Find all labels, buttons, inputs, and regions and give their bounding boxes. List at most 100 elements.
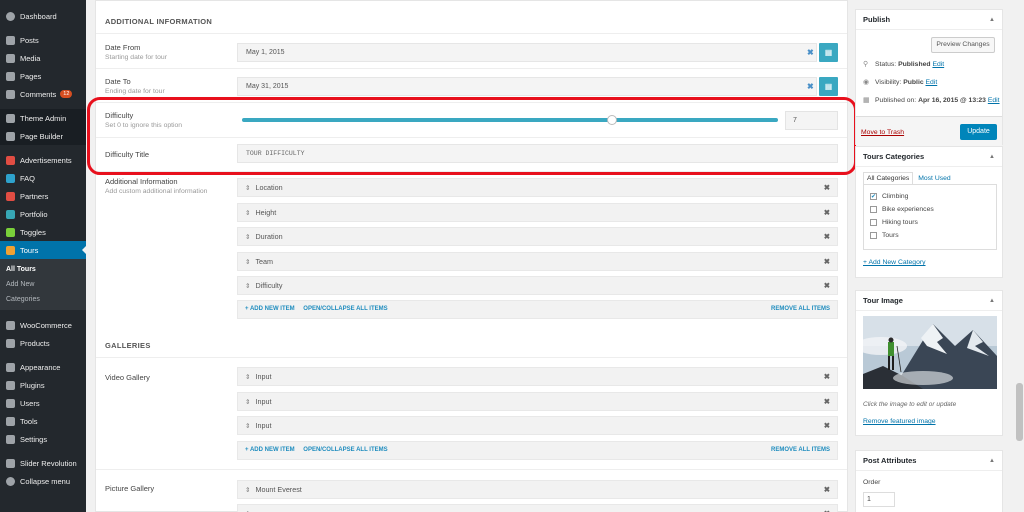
difficulty-slider-handle[interactable] (606, 115, 617, 125)
date-from-input[interactable]: May 1, 2015 (237, 43, 817, 62)
sort-icon[interactable]: ⇕ (245, 399, 250, 406)
delete-icon[interactable]: ✖ (824, 505, 830, 512)
order-input[interactable]: 1 (863, 492, 895, 507)
picture-gallery-label: Picture Gallery (105, 484, 155, 493)
difficulty-slider-track[interactable] (242, 118, 778, 122)
category-item-tours[interactable]: Tours (870, 229, 990, 242)
add-new-item-link[interactable]: + ADD NEW ITEM (245, 306, 295, 312)
sort-icon[interactable]: ⇕ (245, 487, 250, 494)
remove-featured-image-link[interactable]: Remove featured image (863, 418, 936, 425)
collapse-menu-button[interactable]: Collapse menu (0, 472, 86, 490)
sidebar-item-users[interactable]: Users (0, 394, 86, 412)
sidebar-item-theme-admin[interactable]: Theme Admin (0, 109, 86, 127)
mountain-climber-image (863, 316, 997, 389)
update-button[interactable]: Update (960, 124, 997, 140)
edit-status-link[interactable]: Edit (932, 61, 944, 68)
category-item-hiking-tours[interactable]: Hiking tours (870, 216, 990, 229)
visibility-row: ◉ Visibility: Public Edit (863, 78, 937, 86)
scrollbar-thumb[interactable] (1016, 383, 1023, 441)
delete-icon[interactable]: ✖ (824, 228, 830, 245)
difficulty-description: Set 0 to ignore this option (105, 122, 183, 129)
tours-submenu: All Tours Add New Categories (0, 259, 86, 310)
checkbox[interactable] (870, 219, 877, 226)
collapse-arrow-icon[interactable]: ▲ (989, 291, 995, 311)
list-item[interactable]: ⇕ Height ✖ (237, 203, 838, 222)
date-to-calendar-icon[interactable]: ▦ (819, 77, 838, 96)
remove-all-items-link[interactable]: REMOVE ALL ITEMS (771, 442, 830, 459)
date-to-input[interactable]: May 31, 2015 (237, 77, 817, 96)
checkbox[interactable] (870, 232, 877, 239)
sidebar-item-partners[interactable]: Partners (0, 187, 86, 205)
sidebar-item-posts[interactable]: Posts (0, 31, 86, 49)
collapse-arrow-icon[interactable]: ▲ (989, 451, 995, 471)
featured-image[interactable] (863, 316, 997, 389)
move-to-trash-link[interactable]: Move to Trash (861, 129, 904, 136)
add-new-item-link[interactable]: + ADD NEW ITEM (245, 447, 295, 453)
delete-icon[interactable]: ✖ (824, 368, 830, 385)
delete-icon[interactable]: ✖ (824, 179, 830, 196)
delete-icon[interactable]: ✖ (824, 277, 830, 294)
tab-most-used[interactable]: Most Used (915, 173, 953, 184)
delete-icon[interactable]: ✖ (824, 204, 830, 221)
submenu-add-new[interactable]: Add New (0, 277, 86, 292)
list-item[interactable]: ⇕ Mount Everest ✖ (237, 480, 838, 499)
list-item[interactable]: ⇕ Duration ✖ (237, 227, 838, 246)
sidebar-item-faq[interactable]: FAQ (0, 169, 86, 187)
list-item[interactable]: ⇕ Location ✖ (237, 178, 838, 197)
sidebar-item-page-builder[interactable]: Page Builder (0, 127, 86, 145)
sidebar-item-appearance[interactable]: Appearance (0, 358, 86, 376)
delete-icon[interactable]: ✖ (824, 481, 830, 498)
sidebar-item-portfolio[interactable]: Portfolio (0, 205, 86, 223)
add-new-category-link[interactable]: + Add New Category (863, 259, 926, 266)
sort-icon[interactable]: ⇕ (245, 234, 250, 241)
delete-icon[interactable]: ✖ (824, 393, 830, 410)
date-from-calendar-icon[interactable]: ▦ (819, 43, 838, 62)
open-collapse-all-link[interactable]: OPEN/COLLAPSE ALL ITEMS (303, 447, 387, 453)
page-scrollbar[interactable] (1015, 0, 1024, 512)
sidebar-item-media[interactable]: Media (0, 49, 86, 67)
sort-icon[interactable]: ⇕ (245, 283, 250, 290)
sort-icon[interactable]: ⇕ (245, 423, 250, 430)
sidebar-item-dashboard[interactable]: Dashboard (0, 7, 86, 25)
date-to-clear-icon[interactable]: ✖ (807, 82, 814, 91)
checkbox-checked[interactable]: ✔ (870, 193, 877, 200)
edit-date-link[interactable]: Edit (988, 97, 1000, 104)
sidebar-item-plugins[interactable]: Plugins (0, 376, 86, 394)
list-item[interactable]: ⇕ Team ✖ (237, 252, 838, 271)
sidebar-item-woocommerce[interactable]: WooCommerce (0, 316, 86, 334)
sidebar-item-settings[interactable]: Settings (0, 430, 86, 448)
sidebar-item-tools[interactable]: Tools (0, 412, 86, 430)
sidebar-item-advertisements[interactable]: Advertisements (0, 151, 86, 169)
difficulty-title-input[interactable]: TOUR DIFFICULTY (237, 144, 838, 163)
collapse-arrow-icon[interactable]: ▲ (989, 10, 995, 30)
sort-icon[interactable]: ⇕ (245, 374, 250, 381)
category-item-bike-experiences[interactable]: Bike experiences (870, 203, 990, 216)
list-item[interactable]: ⇕ Input ✖ (237, 392, 838, 411)
list-item[interactable]: ⇕ Input ✖ (237, 367, 838, 386)
list-item[interactable]: ⇕✖ (237, 504, 838, 512)
checkbox[interactable] (870, 206, 877, 213)
remove-all-items-link[interactable]: REMOVE ALL ITEMS (771, 301, 830, 318)
delete-icon[interactable]: ✖ (824, 253, 830, 270)
date-from-clear-icon[interactable]: ✖ (807, 48, 814, 57)
sidebar-item-comments[interactable]: Comments 12 (0, 85, 86, 103)
difficulty-value-input[interactable]: 7 (785, 111, 838, 130)
sort-icon[interactable]: ⇕ (245, 210, 250, 217)
sidebar-item-pages[interactable]: Pages (0, 67, 86, 85)
open-collapse-all-link[interactable]: OPEN/COLLAPSE ALL ITEMS (303, 306, 387, 312)
sidebar-item-toggles[interactable]: Toggles (0, 223, 86, 241)
delete-icon[interactable]: ✖ (824, 417, 830, 434)
collapse-arrow-icon[interactable]: ▲ (989, 147, 995, 167)
submenu-categories[interactable]: Categories (0, 292, 86, 307)
category-item-climbing[interactable]: ✔ Climbing (870, 190, 990, 203)
submenu-all-tours[interactable]: All Tours (0, 262, 86, 277)
sort-icon[interactable]: ⇕ (245, 185, 250, 192)
sort-icon[interactable]: ⇕ (245, 259, 250, 266)
list-item[interactable]: ⇕ Input ✖ (237, 416, 838, 435)
preview-changes-button[interactable]: Preview Changes (931, 37, 995, 53)
sidebar-item-slider-revolution[interactable]: Slider Revolution (0, 454, 86, 472)
sidebar-item-products[interactable]: Products (0, 334, 86, 352)
list-item[interactable]: ⇕ Difficulty ✖ (237, 276, 838, 295)
edit-visibility-link[interactable]: Edit (926, 79, 938, 86)
sidebar-item-tours[interactable]: Tours (0, 241, 86, 259)
